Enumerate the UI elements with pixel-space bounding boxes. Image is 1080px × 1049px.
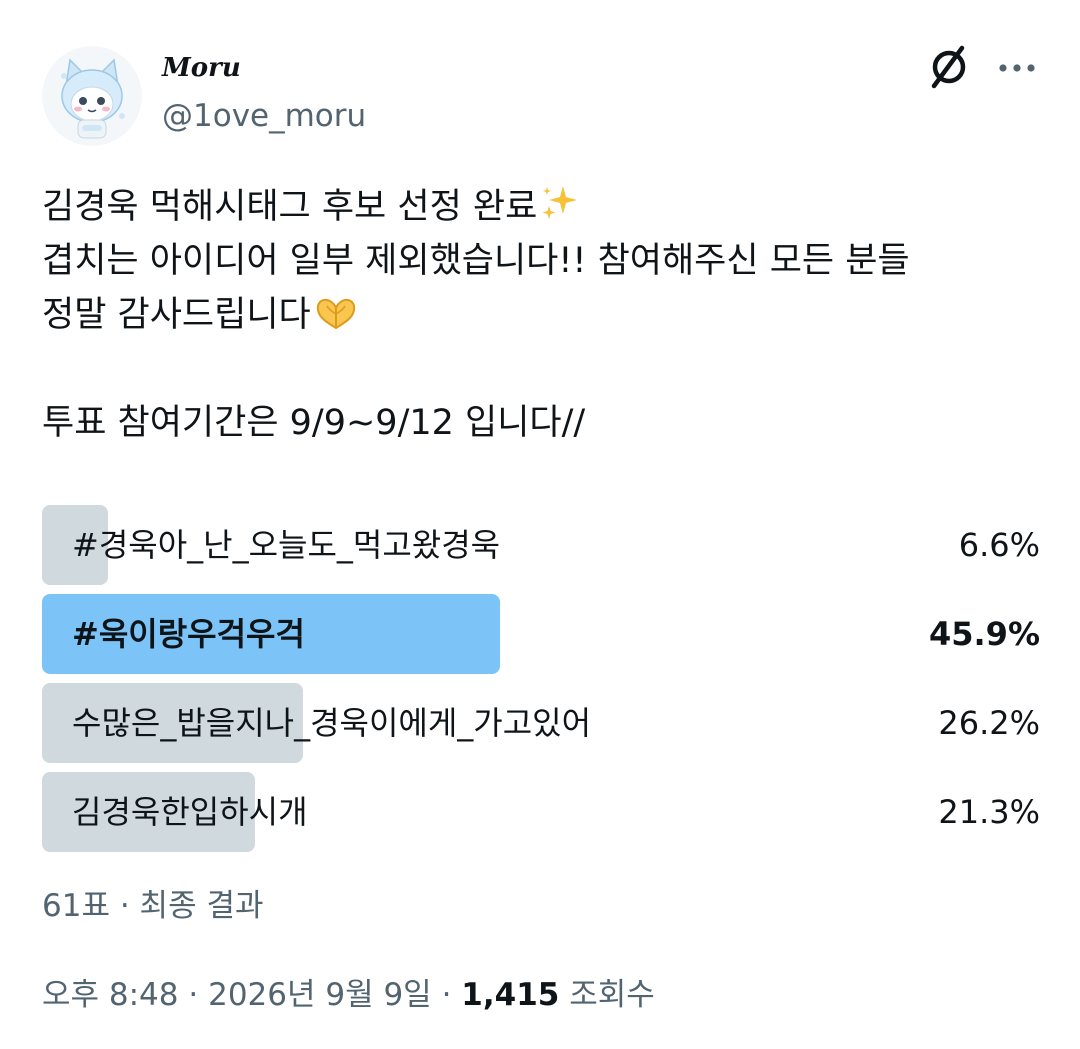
heart-hands-icon [313,292,359,348]
cat-character-avatar-icon [42,46,142,146]
sparkles-icon [539,182,581,240]
poll-option[interactable]: #욱이랑우걱우걱 45.9% [42,594,1040,674]
poll-option-label: 김경욱한입하시개 [72,793,308,831]
poll-option-label: 수많은_밥을지나_경욱이에게_가고있어 [72,704,592,742]
tweet-line: 투표 참여기간은 9/9~9/12 입니다// [42,403,586,443]
separator: · [441,977,452,1013]
tweet-footer: 오후 8:48 · 2026년 9월 9일 · 1,415 조회수 [42,973,655,1017]
views-label: 조회수 [569,977,655,1013]
poll-option[interactable]: 수많은_밥을지나_경욱이에게_가고있어 26.2% [42,683,1040,763]
poll-status: 최종 결과 [139,888,264,924]
poll-option[interactable]: 김경욱한입하시개 21.3% [42,772,1040,852]
poll-option[interactable]: #경욱아_난_오늘도_먹고왔경욱 6.6% [42,505,1040,585]
tweet-line: 정말 감사드립니다 [42,288,1042,342]
author-handle[interactable]: @1ove_moru [162,96,366,136]
poll: #경욱아_난_오늘도_먹고왔경욱 6.6% #욱이랑우걱우걱 45.9% 수많은… [42,505,1040,861]
author-display-name[interactable]: Moru [162,48,241,88]
tweet-line: 김경욱 먹해시태그 후보 선정 완료 [42,180,1042,234]
separator: · [119,888,130,924]
poll-meta: 61표 · 최종 결과 [42,884,263,928]
tweet-time[interactable]: 오후 8:48 [42,977,179,1013]
poll-option-percent: 26.2% [938,704,1040,742]
tweet-line-text: 정말 감사드립니다 [42,295,311,335]
tweet-line-text: 김경욱 먹해시태그 후보 선정 완료 [42,187,538,227]
separator: · [188,977,199,1013]
views-count: 1,415 [461,977,560,1013]
poll-option-percent: 6.6% [958,526,1040,564]
poll-option-label: #경욱아_난_오늘도_먹고왔경욱 [72,526,501,564]
poll-vote-count: 61표 [42,888,110,924]
tweet-date[interactable]: 2026년 9월 9일 [208,977,432,1013]
more-options-icon[interactable] [996,58,1038,78]
tweet-text: 김경욱 먹해시태그 후보 선정 완료 겹치는 아이디어 일부 제외했습니다!! … [42,180,1042,450]
tweet-line: 겹치는 아이디어 일부 제외했습니다!! 참여해주신 모든 분들 [42,241,910,281]
poll-option-percent: 21.3% [938,793,1040,831]
poll-option-percent: 45.9% [928,615,1040,653]
x-logo-icon[interactable] [926,44,972,90]
poll-option-label: #욱이랑우걱우걱 [72,615,305,653]
avatar[interactable] [42,46,142,146]
